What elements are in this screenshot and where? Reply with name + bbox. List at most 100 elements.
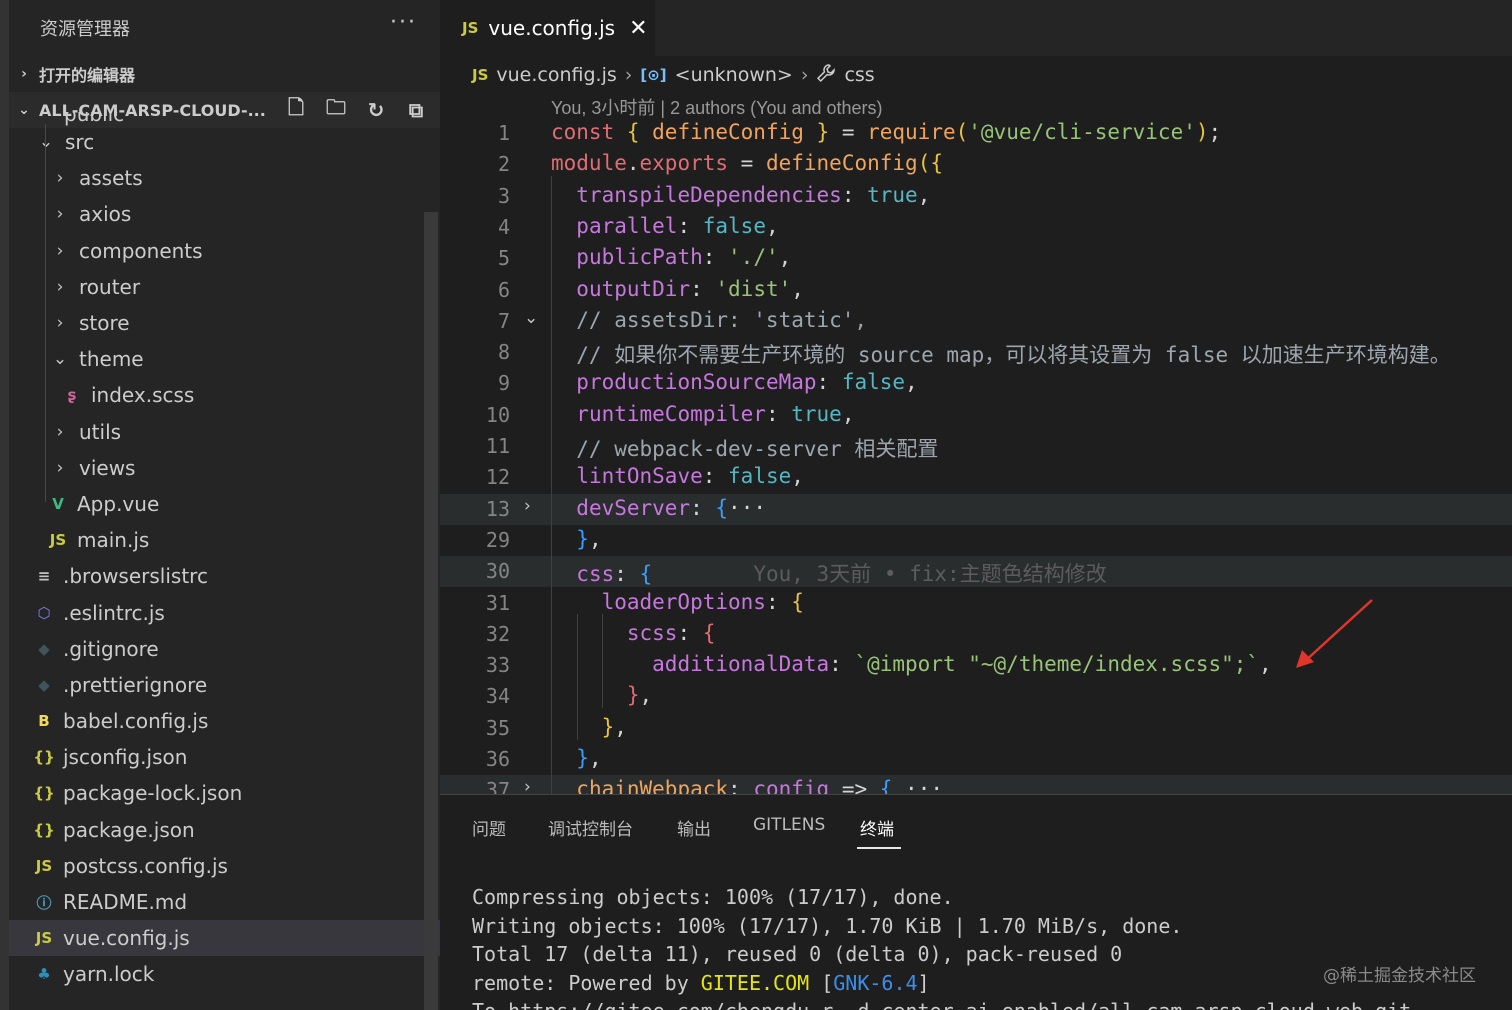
- tree-item[interactable]: ⬡ .eslintrc.js: [9, 594, 440, 630]
- fold-chevron-right-icon[interactable]: ›: [524, 496, 531, 516]
- tree-item-label: index.scss: [91, 383, 195, 408]
- code-token: const: [551, 120, 627, 144]
- line-number: 11: [485, 434, 510, 458]
- tree-item-label: .gitignore: [63, 636, 159, 661]
- tree-item[interactable]: V App.vue: [9, 486, 440, 522]
- codelens-authors[interactable]: You, 3小时前 | 2 authors (You and others): [551, 94, 883, 120]
- tree-item[interactable]: ◆ .prettierignore: [9, 667, 440, 703]
- code-line[interactable]: 8 // 如果你不需要生产环境的 source map，可以将其设置为 fals…: [440, 337, 1512, 368]
- annotation-arrow: [1296, 599, 1373, 668]
- json-icon: {}: [33, 820, 55, 839]
- code-editor[interactable]: You, 3小时前 | 2 authors (You and others) 1…: [440, 92, 1512, 794]
- code-text: additionalData: `@import "~@/theme/index…: [551, 652, 1272, 676]
- tab-problems[interactable]: 问题: [472, 815, 506, 840]
- collapse-all-icon[interactable]: ⧉: [402, 96, 430, 124]
- code-line[interactable]: 4 parallel: false,: [440, 212, 1512, 243]
- breadcrumb-file[interactable]: vue.config.js: [496, 64, 616, 86]
- tree-item[interactable]: ◆ .gitignore: [9, 631, 440, 667]
- refresh-icon[interactable]: ↻: [362, 96, 390, 124]
- terminal-output[interactable]: Compressing objects: 100% (17/17), done.…: [472, 883, 1411, 1010]
- more-actions-icon[interactable]: ···: [390, 10, 417, 35]
- new-folder-icon[interactable]: 🗀: [322, 95, 350, 124]
- code-line[interactable]: 30 css: { You, 3天前 • fix:主题色结构修改: [440, 556, 1512, 588]
- code-token: ,: [778, 245, 792, 270]
- tree-item[interactable]: › assets: [9, 160, 440, 196]
- code-text: module.exports = defineConfig({: [551, 151, 943, 175]
- tree-item[interactable]: JS main.js: [9, 522, 440, 558]
- code-text: devServer: {···: [551, 496, 766, 520]
- code-token: =: [728, 151, 766, 176]
- code-text: runtimeCompiler: true,: [551, 402, 854, 426]
- code-token: ···: [728, 495, 766, 520]
- tree-item[interactable]: JS vue.config.js: [9, 920, 440, 957]
- code-line[interactable]: 5 publicPath: './',: [440, 243, 1512, 274]
- tree-item[interactable]: › router: [9, 269, 440, 305]
- bottom-panel: 问题 调试控制台 输出 GITLENS 终端 Compressing objec…: [440, 794, 1512, 1010]
- code-token: :: [841, 182, 868, 207]
- code-text: productionSourceMap: false,: [551, 370, 917, 394]
- tree-item[interactable]: › utils: [9, 414, 440, 450]
- tree-item[interactable]: › views: [9, 450, 440, 486]
- code-line[interactable]: 13 › devServer: {···: [440, 493, 1512, 525]
- indent-guide: [602, 614, 603, 708]
- tab-output[interactable]: 输出: [677, 815, 711, 840]
- tab-gitlens[interactable]: GITLENS: [753, 815, 825, 835]
- breadcrumb-symbol[interactable]: <unknown>: [675, 64, 793, 86]
- code-line[interactable]: 11 // webpack-dev-server 相关配置: [440, 431, 1512, 462]
- code-token: true: [791, 401, 842, 426]
- tab-vue-config[interactable]: JS vue.config.js ✕: [440, 0, 655, 56]
- code-line[interactable]: 34 },: [440, 681, 1512, 712]
- code-line[interactable]: 36 },: [440, 744, 1512, 775]
- tab-terminal[interactable]: 终端: [860, 815, 894, 840]
- code-line[interactable]: 1 const { defineConfig } = require('@vue/…: [440, 118, 1512, 149]
- code-line[interactable]: 12 lintOnSave: false,: [440, 462, 1512, 493]
- tree-item[interactable]: {} package.json: [9, 812, 440, 848]
- tree-item[interactable]: ⓘ README.md: [9, 884, 440, 920]
- line-number: 6: [497, 277, 510, 302]
- tab-debug-console[interactable]: 调试控制台: [548, 815, 633, 840]
- new-file-icon[interactable]: 🗋: [282, 95, 310, 124]
- code-text: transpileDependencies: true,: [551, 183, 930, 207]
- tree-item[interactable]: JS postcss.config.js: [9, 848, 440, 884]
- tree-item[interactable]: › axios: [9, 196, 440, 232]
- tree-item[interactable]: {} package-lock.json: [9, 775, 440, 811]
- code-token: :: [690, 495, 716, 520]
- tree-item-label: store: [79, 311, 130, 336]
- code-token: ,: [765, 213, 779, 238]
- tree-item-label: views: [79, 455, 136, 480]
- code-token: }: [576, 746, 589, 770]
- tree-item[interactable]: ʂ index.scss: [9, 377, 440, 413]
- code-token: {: [879, 777, 893, 794]
- line-number: 32: [485, 621, 510, 646]
- tree-item[interactable]: Bbabel.config.js: [9, 703, 440, 739]
- code-line[interactable]: 35 },: [440, 713, 1512, 744]
- code-token: './': [728, 245, 779, 270]
- close-icon[interactable]: ✕: [629, 16, 647, 41]
- code-line[interactable]: 3 transpileDependencies: true,: [440, 181, 1512, 212]
- tree-item[interactable]: ♣ yarn.lock: [9, 956, 440, 992]
- code-line[interactable]: 9 productionSourceMap: false,: [440, 368, 1512, 399]
- code-token: (: [955, 120, 969, 144]
- code-line[interactable]: 37 › chainWebpack: config => { ···: [440, 775, 1512, 794]
- code-line[interactable]: 29 },: [440, 525, 1512, 556]
- breadcrumb-property[interactable]: css: [844, 64, 874, 86]
- code-token: :: [728, 777, 754, 794]
- fold-chevron-right-icon[interactable]: ›: [524, 777, 531, 794]
- tree-item[interactable]: ≡ .browserslistrc: [9, 558, 440, 594]
- tree-item[interactable]: {} jsconfig.json: [9, 739, 440, 775]
- tree-item[interactable]: › store: [9, 305, 440, 341]
- tree-item[interactable]: ⌄ src: [9, 124, 440, 160]
- tree-item-label: assets: [79, 166, 143, 191]
- code-line[interactable]: 6 outputDir: 'dist',: [440, 275, 1512, 306]
- tree-item[interactable]: ⌄ theme: [9, 341, 440, 377]
- open-editors-section[interactable]: › 打开的编辑器: [9, 56, 440, 92]
- sidebar-scrollbar[interactable]: [424, 212, 438, 1010]
- fold-chevron-down-icon[interactable]: ⌄: [524, 308, 538, 328]
- code-line[interactable]: 7 ⌄ // assetsDir: 'static',: [440, 306, 1512, 337]
- code-line[interactable]: 2 module.exports = defineConfig({: [440, 149, 1512, 180]
- code-line[interactable]: 10 runtimeCompiler: true,: [440, 400, 1512, 431]
- code-token: ;: [1208, 120, 1222, 144]
- tree-item[interactable]: › components: [9, 233, 440, 269]
